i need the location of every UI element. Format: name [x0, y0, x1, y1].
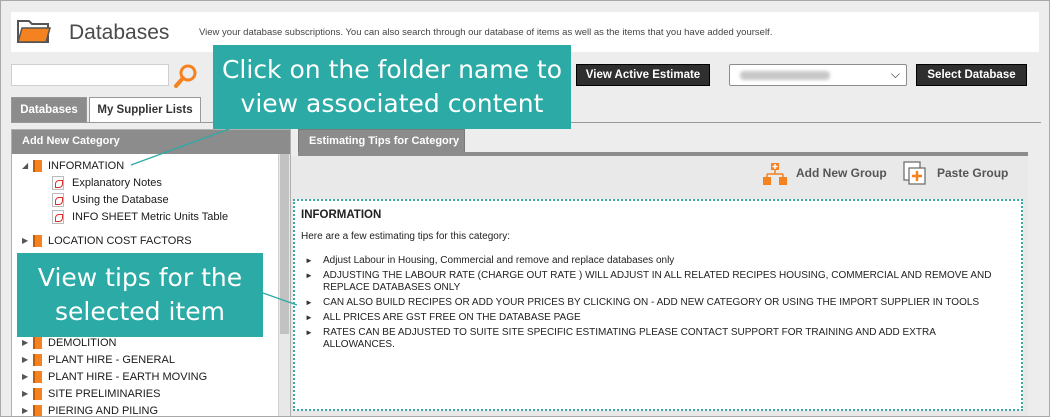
tip-item: ► Adjust Labour in Housing, Commercial an…	[305, 255, 675, 266]
database-select-value	[740, 71, 830, 80]
collapsed-arrow-icon[interactable]: ▶	[22, 233, 28, 249]
tips-panel: Add New Group Paste Group INFORMATION He…	[291, 156, 1028, 416]
pdf-icon	[52, 210, 64, 224]
collapsed-arrow-icon[interactable]: ▶	[22, 386, 28, 402]
add-group-icon[interactable]	[763, 162, 787, 186]
pdf-icon	[52, 176, 64, 190]
bullet-arrow-icon: ►	[305, 298, 313, 307]
callout-view-tips: View tips for the selected item	[17, 253, 263, 337]
tip-item: ► CAN ALSO BUILD RECIPES OR ADD YOUR PRIC…	[305, 297, 980, 308]
search-icon[interactable]	[173, 63, 199, 89]
tree-scrollbar[interactable]	[278, 154, 290, 416]
collapsed-arrow-icon[interactable]: ▶	[22, 335, 28, 351]
add-new-category-header[interactable]: Add New Category	[12, 130, 290, 154]
database-select[interactable]: ⌵	[729, 64, 907, 86]
tips-list: ► Adjust Labour in Housing, Commercial an…	[301, 255, 1001, 354]
tip-item: ► ADJUSTING THE LABOUR RATE (CHARGE OUT R…	[305, 270, 992, 293]
bullet-arrow-icon: ►	[305, 271, 313, 280]
book-icon	[33, 235, 42, 247]
estimating-tips-box: INFORMATION Here are a few estimating ti…	[293, 199, 1023, 411]
tip-item: ► RATES CAN BE ADJUSTED TO SUITE SITE SPE…	[305, 327, 936, 350]
chevron-down-icon: ⌵	[890, 67, 900, 81]
view-active-estimate-button[interactable]: View Active Estimate	[576, 64, 710, 86]
book-icon	[33, 354, 42, 366]
book-icon	[33, 337, 42, 349]
add-new-group-button[interactable]: Add New Group	[796, 166, 887, 180]
paste-group-icon[interactable]	[903, 161, 927, 185]
select-database-button[interactable]: Select Database	[916, 64, 1027, 86]
bullet-arrow-icon: ►	[305, 328, 313, 337]
page-title: Databases	[69, 21, 170, 44]
book-icon	[33, 388, 42, 400]
group-toolbar: Add New Group Paste Group	[291, 156, 1028, 194]
book-icon	[33, 371, 42, 383]
search-input[interactable]	[11, 64, 169, 86]
collapsed-arrow-icon[interactable]: ▶	[22, 352, 28, 368]
tip-item: ► ALL PRICES ARE GST FREE ON THE DATABASE…	[305, 312, 581, 323]
book-icon	[33, 160, 42, 172]
app-frame: Databases View your database subscriptio…	[0, 0, 1050, 417]
collapsed-arrow-icon[interactable]: ▶	[22, 369, 28, 385]
callout-folder-name: Click on the folder name to view associa…	[213, 45, 571, 129]
pdf-icon	[52, 193, 64, 207]
page-description: View your database subscriptions. You ca…	[199, 27, 773, 38]
folder-icon	[17, 20, 51, 43]
tips-intro: Here are a few estimating tips for this …	[301, 231, 510, 242]
tab-estimating-tips[interactable]: Estimating Tips for Category	[298, 129, 465, 153]
scrollbar-thumb[interactable]	[280, 154, 289, 334]
paste-group-button[interactable]: Paste Group	[937, 166, 1008, 180]
tab-my-supplier-lists[interactable]: My Supplier Lists	[89, 97, 201, 123]
tab-databases[interactable]: Databases	[11, 97, 87, 123]
expanded-arrow-icon[interactable]: ◢	[22, 158, 28, 174]
collapsed-arrow-icon[interactable]: ▶	[22, 403, 28, 416]
bullet-arrow-icon: ►	[305, 256, 313, 265]
bullet-arrow-icon: ►	[305, 313, 313, 322]
tips-title: INFORMATION	[301, 209, 382, 221]
book-icon	[33, 405, 42, 416]
